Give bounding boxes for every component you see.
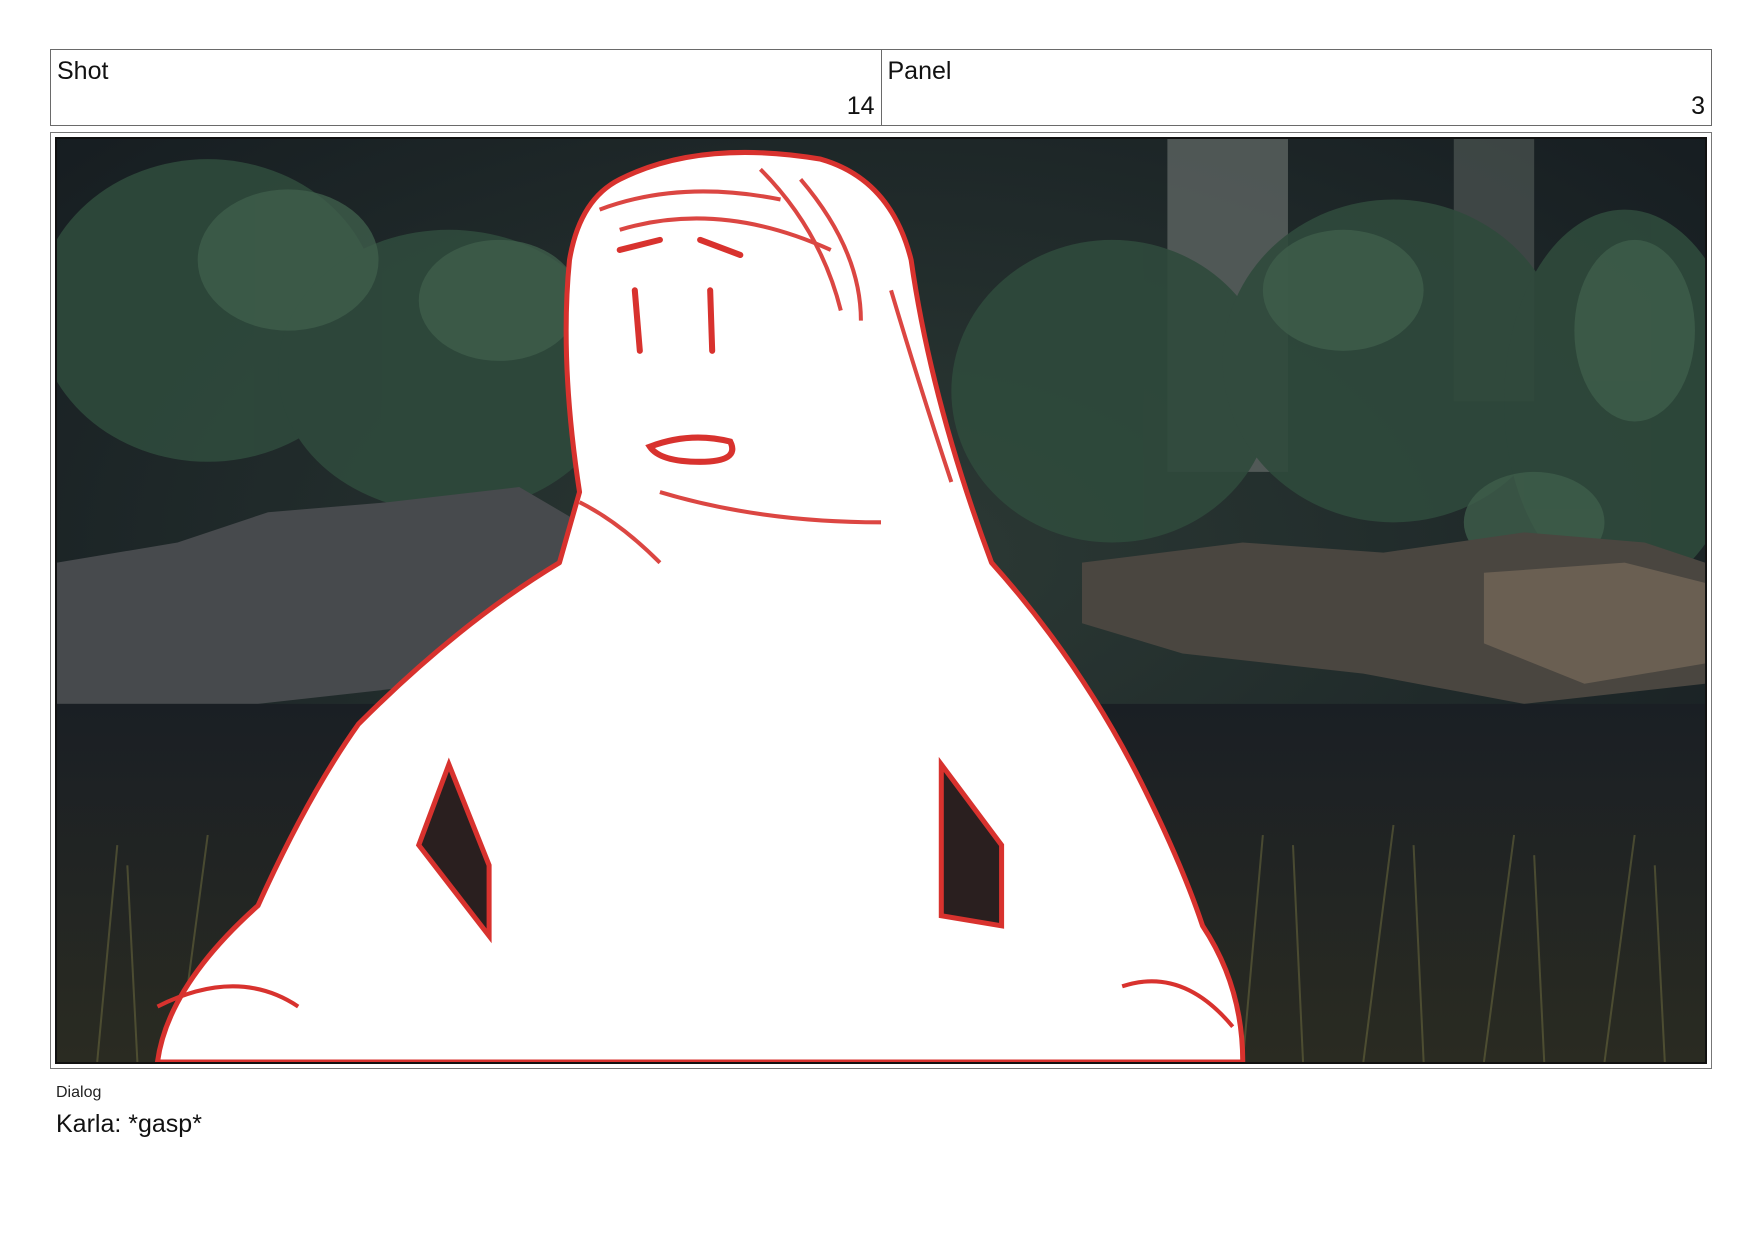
panel-cell: Panel 3 bbox=[880, 50, 1712, 125]
panel-number: 3 bbox=[1691, 92, 1705, 120]
dialog-text: Karla: *gasp* bbox=[56, 1110, 202, 1138]
storyboard-frame bbox=[50, 132, 1712, 1069]
shot-cell: Shot 14 bbox=[51, 50, 881, 125]
dialog-label: Dialog bbox=[56, 1084, 102, 1101]
panel-label: Panel bbox=[887, 57, 952, 85]
storyboard-image bbox=[55, 137, 1707, 1064]
shot-label: Shot bbox=[57, 57, 109, 85]
shot-panel-header: Shot 14 Panel 3 bbox=[50, 49, 1712, 126]
shot-number: 14 bbox=[846, 92, 875, 120]
